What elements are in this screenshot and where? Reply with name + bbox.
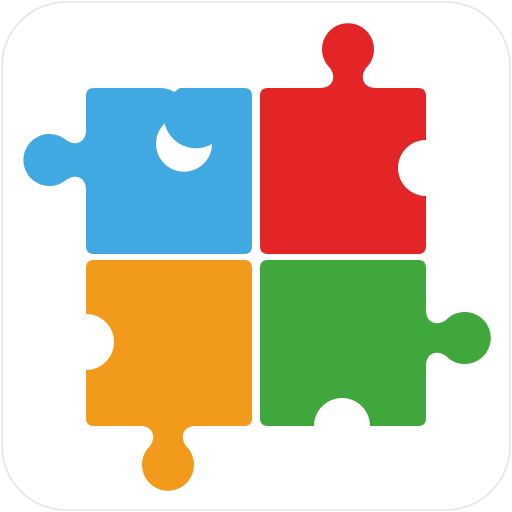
puzzle-app-icon	[0, 0, 512, 512]
icon-tile	[1, 1, 511, 511]
puzzle-icon	[1, 1, 511, 511]
